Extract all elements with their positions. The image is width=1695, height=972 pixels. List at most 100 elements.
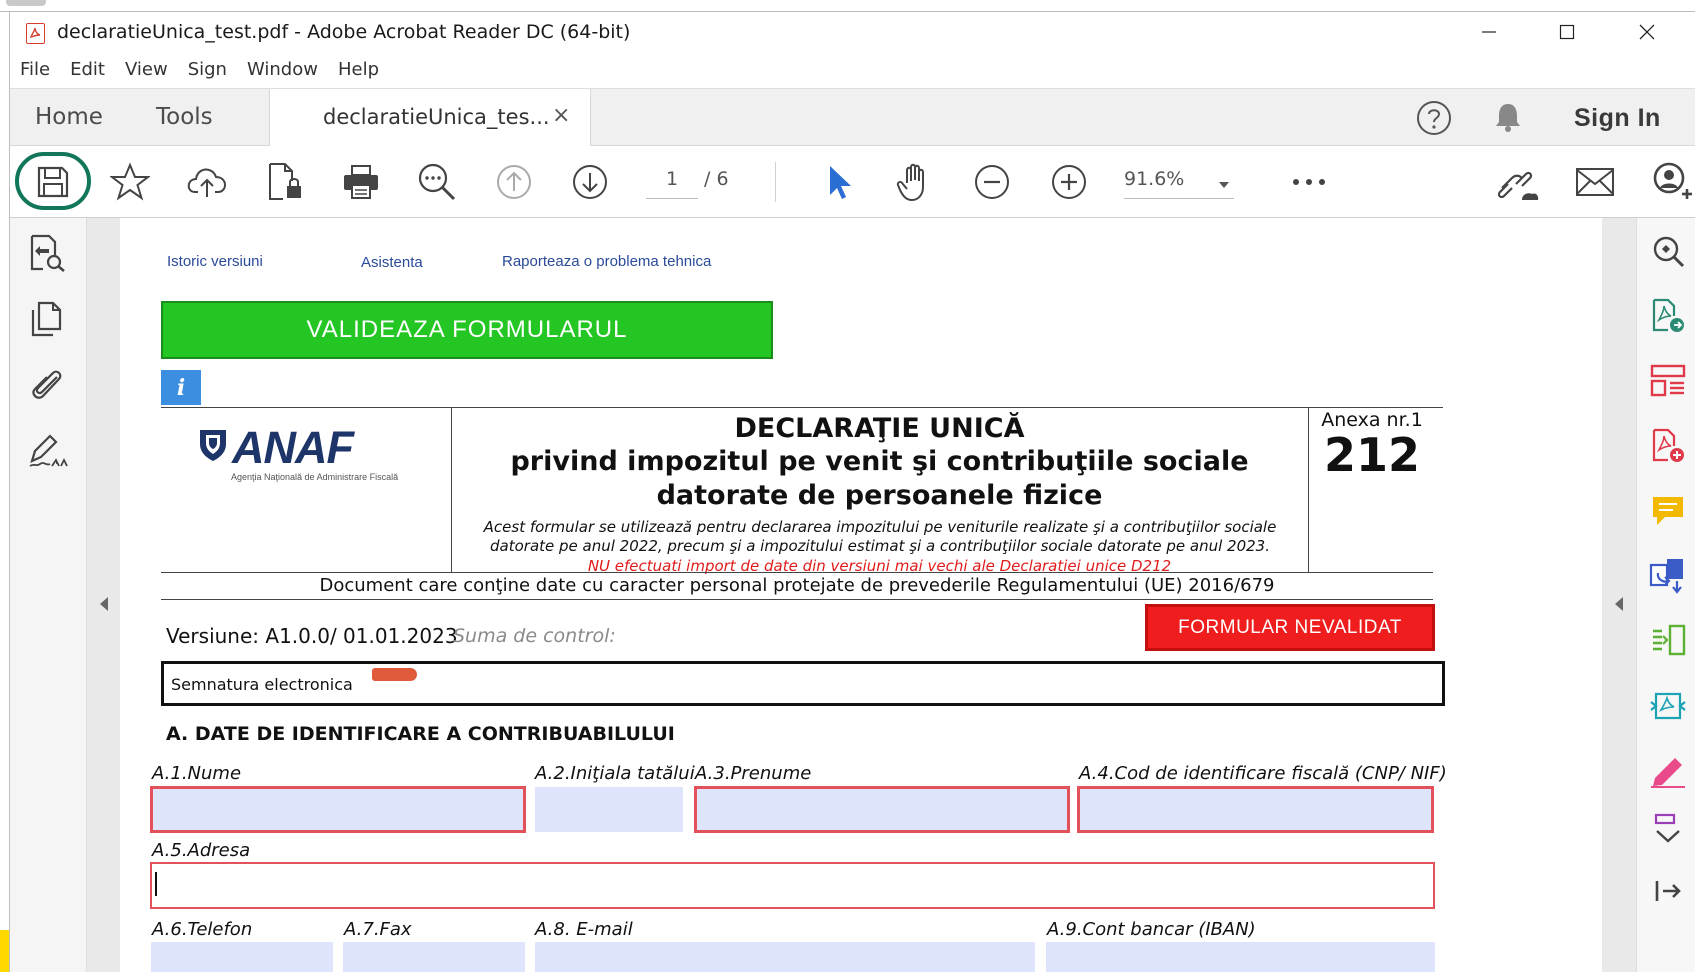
page-number-input[interactable]: 1 xyxy=(646,168,698,199)
help-icon[interactable] xyxy=(1415,99,1453,141)
report-problem-link[interactable]: Raporteaza o problema tehnica xyxy=(502,253,711,270)
protect-file-button[interactable] xyxy=(262,160,308,204)
signatures-panel-button[interactable] xyxy=(24,428,70,474)
copy-pages-icon xyxy=(31,301,62,337)
print-icon xyxy=(344,165,378,199)
user-add-icon xyxy=(1653,162,1692,199)
menu-file[interactable]: File xyxy=(20,59,50,80)
initiala-input[interactable] xyxy=(535,787,683,832)
bookmark-button[interactable] xyxy=(107,160,153,204)
info-button[interactable]: i xyxy=(161,370,201,405)
comment-icon xyxy=(1653,497,1683,525)
account-button[interactable] xyxy=(1650,160,1695,204)
upload-button[interactable] xyxy=(184,160,230,204)
star-icon xyxy=(110,162,150,201)
menu-help[interactable]: Help xyxy=(338,59,379,80)
tool-comment[interactable] xyxy=(1647,490,1689,532)
page-total: / 6 xyxy=(704,168,729,190)
print-button[interactable] xyxy=(338,160,384,204)
find-text-button[interactable] xyxy=(414,160,460,204)
notifications-bell-icon[interactable] xyxy=(1490,99,1526,139)
close-tab-button[interactable]: × xyxy=(552,103,570,128)
menu-view[interactable]: View xyxy=(125,59,168,80)
telefon-input[interactable] xyxy=(151,942,333,972)
label-email: A.8. E-mail xyxy=(535,919,633,940)
tool-export-pdf[interactable] xyxy=(1647,295,1689,337)
label-iban: A.9.Cont bancar (IBAN) xyxy=(1047,919,1256,940)
save-icon xyxy=(37,166,69,198)
collapse-right-icon xyxy=(1655,881,1681,901)
anaf-shield-icon xyxy=(200,430,226,461)
zoom-dropdown-button[interactable] xyxy=(1218,174,1230,193)
anaf-logo-subtext: Agenţia Naţională de Administrare Fiscal… xyxy=(231,472,399,482)
collapse-tools-pane-button[interactable] xyxy=(1647,870,1689,912)
hand-tool-button[interactable] xyxy=(892,160,938,204)
combine-files-icon xyxy=(1649,559,1683,594)
screen-top-strip xyxy=(0,0,1695,12)
minimize-button[interactable] xyxy=(1450,12,1528,52)
assist-link[interactable]: Asistenta xyxy=(361,254,423,271)
tool-zoom-search[interactable] xyxy=(1647,230,1689,272)
menu-edit[interactable]: Edit xyxy=(70,59,105,80)
email-input[interactable] xyxy=(535,942,1035,972)
tool-edit-pdf[interactable] xyxy=(1647,360,1689,402)
tool-more-collapse[interactable] xyxy=(1647,810,1689,852)
next-page-button[interactable] xyxy=(567,160,613,204)
more-tools-button[interactable] xyxy=(1286,160,1332,204)
electronic-signature-field[interactable]: Semnatura electronica xyxy=(161,661,1445,706)
signature-tag-icon xyxy=(372,668,417,681)
pages-panel-button[interactable] xyxy=(24,296,70,342)
expand-right-panel-button[interactable] xyxy=(1613,596,1625,616)
link-share-icon xyxy=(1497,171,1539,200)
nume-input[interactable] xyxy=(150,786,526,833)
previous-page-button[interactable] xyxy=(491,160,537,204)
tool-organize-pages[interactable] xyxy=(1647,620,1689,662)
paperclip-icon xyxy=(32,370,62,399)
prenume-input[interactable] xyxy=(694,786,1070,833)
label-telefon: A.6.Telefon xyxy=(152,919,253,940)
gdpr-notice: Document care conţine date cu caracter p… xyxy=(161,573,1433,600)
tab-document[interactable]: declaratieUnica_tes... × xyxy=(269,89,591,147)
menu-window[interactable]: Window xyxy=(247,59,318,80)
attachments-button[interactable] xyxy=(24,362,70,408)
close-window-button[interactable] xyxy=(1608,12,1686,52)
select-tool-button[interactable] xyxy=(817,160,863,204)
page-thumbnails-button[interactable] xyxy=(24,230,70,276)
chevron-left-icon xyxy=(1615,597,1623,611)
zoom-in-button[interactable] xyxy=(1046,160,1092,204)
history-link[interactable]: Istoric versiuni xyxy=(167,253,263,270)
tool-combine-files[interactable] xyxy=(1647,555,1689,597)
zoom-out-button[interactable] xyxy=(969,160,1015,204)
menu-bar: File Edit View Sign Window Help xyxy=(10,54,1695,84)
share-link-button[interactable] xyxy=(1495,160,1541,204)
hand-icon xyxy=(896,163,924,202)
pointer-icon xyxy=(830,166,851,199)
title-bar: declaratieUnica_test.pdf - Adobe Acrobat… xyxy=(10,12,1695,52)
menu-sign[interactable]: Sign xyxy=(188,59,227,80)
mail-icon xyxy=(1576,168,1614,196)
toolbar-divider xyxy=(775,162,776,202)
cnp-input[interactable] xyxy=(1077,786,1434,833)
sign-in-button[interactable]: Sign In xyxy=(1574,104,1661,133)
adresa-input[interactable] xyxy=(150,862,1435,909)
expand-left-panel-button[interactable] xyxy=(98,596,110,616)
desktop-edge-mark xyxy=(0,930,9,972)
email-button[interactable] xyxy=(1572,160,1618,204)
pdf-document-view: Istoric versiuni Asistenta Raporteaza o … xyxy=(120,218,1572,972)
tab-tools[interactable]: Tools xyxy=(156,104,213,130)
validate-form-button[interactable]: VALIDEAZA FORMULARUL xyxy=(161,301,773,359)
tool-scan-enhance[interactable] xyxy=(1647,685,1689,727)
right-tools-rail xyxy=(1636,218,1695,972)
iban-input[interactable] xyxy=(1046,942,1435,972)
tab-home[interactable]: Home xyxy=(35,104,103,130)
maximize-button[interactable] xyxy=(1528,12,1606,52)
form-status-button[interactable]: FORMULAR NEVALIDAT xyxy=(1145,604,1435,651)
create-pdf-icon xyxy=(1652,428,1684,462)
pdf-app-icon xyxy=(26,23,45,44)
maximize-icon xyxy=(1559,24,1575,40)
tool-fill-sign[interactable] xyxy=(1647,750,1689,792)
tool-create-pdf[interactable] xyxy=(1647,425,1689,467)
save-button[interactable] xyxy=(30,160,76,204)
chevron-left-icon xyxy=(100,597,108,611)
fax-input[interactable] xyxy=(343,942,525,972)
